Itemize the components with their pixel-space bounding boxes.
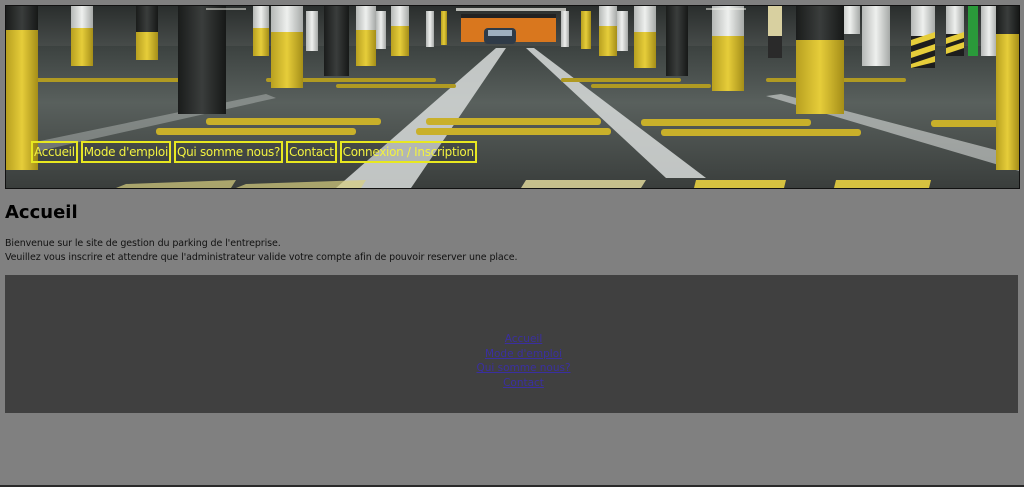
footer-link-mode-emploi[interactable]: Mode d'emploi	[5, 347, 1024, 362]
footer-link-contact[interactable]: Contact	[5, 376, 1024, 391]
main-nav: Accueil Mode d'emploi Qui somme nous? Co…	[31, 141, 477, 163]
nav-item-mode-emploi[interactable]: Mode d'emploi	[80, 141, 171, 163]
intro-text-instructions: Veuillez vous inscrire et attendre que l…	[5, 252, 518, 263]
nav-item-connexion-inscription[interactable]: Connexion / Inscription	[339, 141, 477, 163]
footer-link-accueil[interactable]: Accueil	[5, 332, 1024, 347]
footer: Accueil Mode d'emploi Qui somme nous? Co…	[5, 275, 1018, 413]
intro-text-welcome: Bienvenue sur le site de gestion du park…	[5, 238, 281, 249]
nav-item-qui-somme-nous[interactable]: Qui somme nous?	[173, 141, 284, 163]
footer-nav: Accueil Mode d'emploi Qui somme nous? Co…	[5, 332, 1024, 390]
page: Accueil Mode d'emploi Qui somme nous? Co…	[0, 0, 1024, 487]
footer-link-qui-somme-nous[interactable]: Qui somme nous?	[5, 361, 1024, 376]
page-title: Accueil	[5, 202, 78, 223]
header-banner: Accueil Mode d'emploi Qui somme nous? Co…	[5, 5, 1020, 189]
nav-item-contact[interactable]: Contact	[286, 141, 337, 163]
nav-item-accueil[interactable]: Accueil	[31, 141, 78, 163]
